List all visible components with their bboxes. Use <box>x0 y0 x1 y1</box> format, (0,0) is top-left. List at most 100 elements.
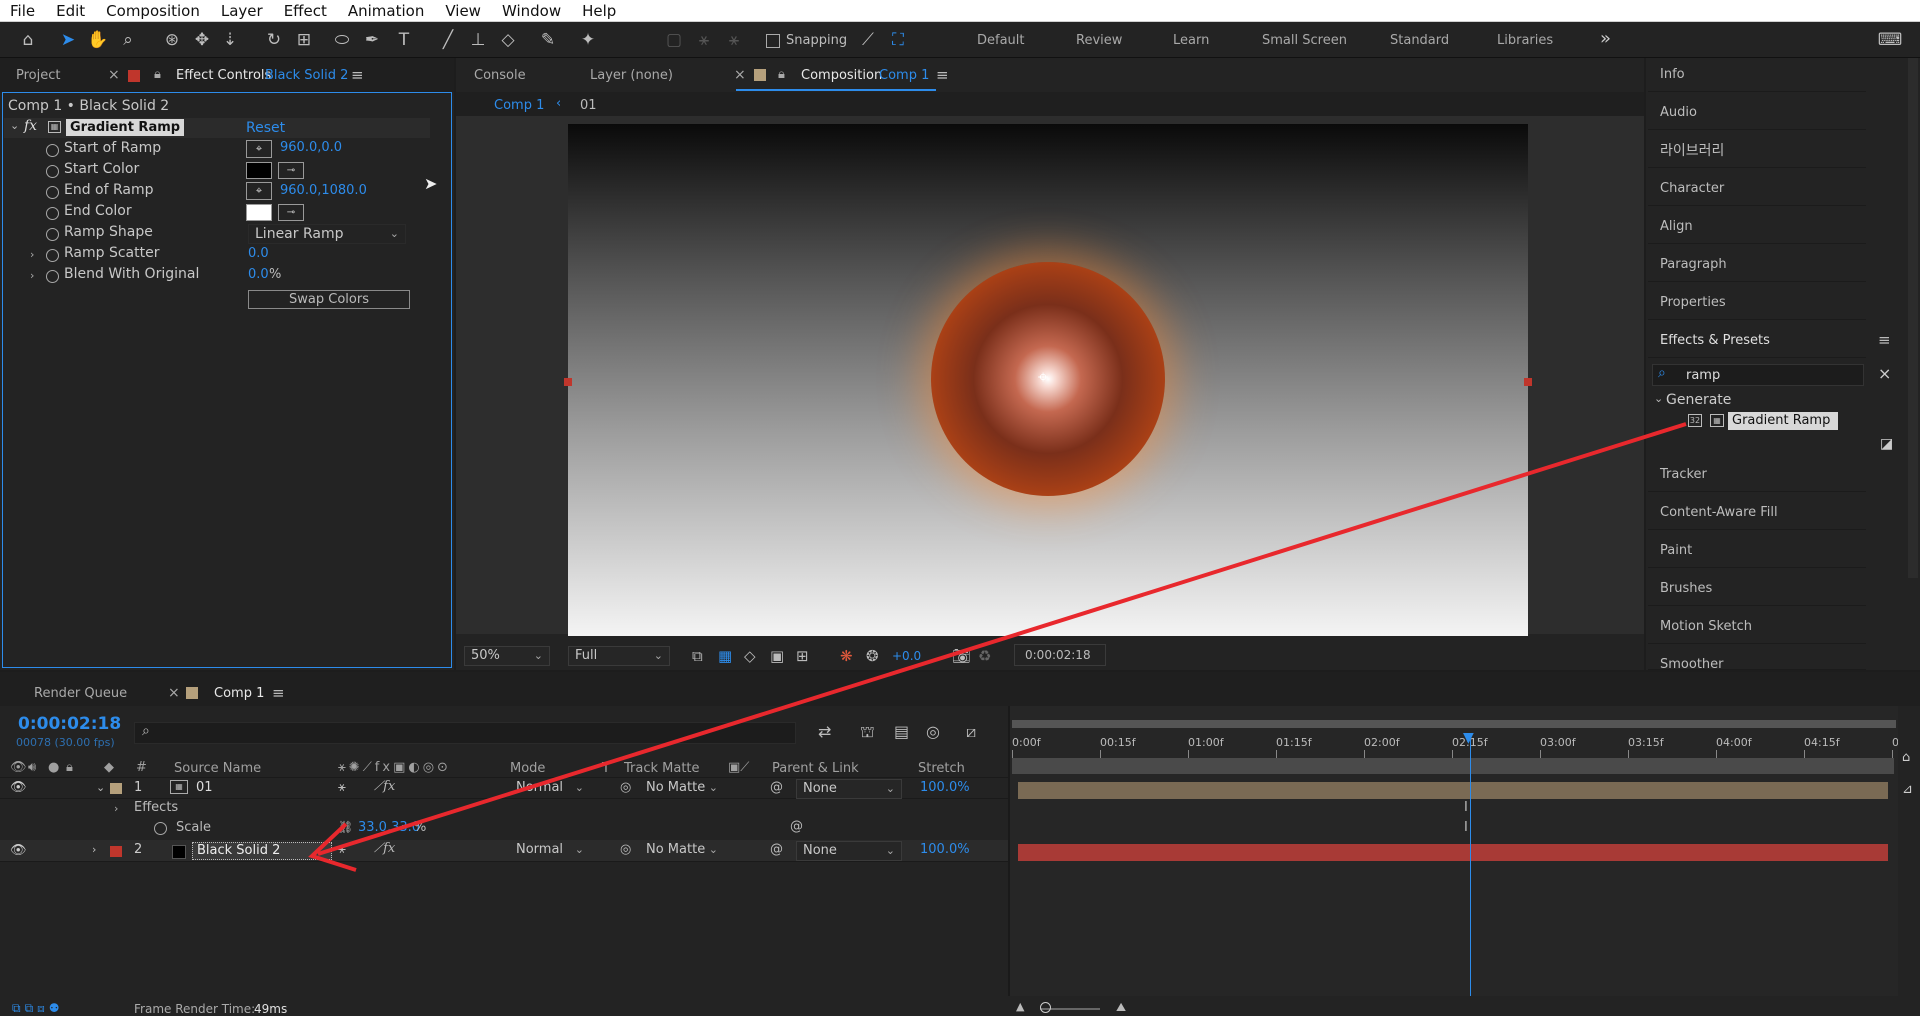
panel-properties[interactable]: Properties <box>1648 286 1866 320</box>
blend-value[interactable]: 0.0 <box>248 267 269 282</box>
search-help-icon[interactable]: ⌨ <box>1878 28 1903 52</box>
menu-edit[interactable]: Edit <box>56 2 85 20</box>
stopwatch-icon[interactable] <box>46 165 59 178</box>
menu-help[interactable]: Help <box>582 2 616 20</box>
panel-effects-presets[interactable]: Effects & Presets <box>1648 324 1866 358</box>
effects-group-label[interactable]: Effects <box>134 800 178 815</box>
panel-menu-icon[interactable]: ≡ <box>936 66 949 84</box>
brush-tool-icon[interactable]: ╱ <box>436 28 460 52</box>
right-panel-scrollbar[interactable] <box>1908 58 1918 578</box>
snapping-checkbox[interactable] <box>766 34 780 48</box>
parent-pick-whip-icon[interactable]: @ <box>770 780 783 795</box>
transparency-grid-icon[interactable]: ▦ <box>718 647 732 665</box>
workspace-review[interactable]: Review <box>1076 33 1122 48</box>
layer-bar-2[interactable] <box>1018 844 1888 861</box>
mask-visibility-icon[interactable]: ◇ <box>744 647 756 665</box>
category-generate[interactable]: Generate <box>1666 392 1731 408</box>
collapse-chevron-icon[interactable]: ⌄ <box>10 119 19 132</box>
effect-result-gradient-ramp[interactable]: Gradient Ramp <box>1728 412 1838 430</box>
layer-name[interactable]: Black Solid 2 <box>192 842 332 860</box>
panel-menu-icon[interactable]: ≡ <box>272 684 285 702</box>
work-area-bar[interactable] <box>1012 720 1896 728</box>
workspace-small-screen[interactable]: Small Screen <box>1262 33 1347 48</box>
comp-button-icon[interactable]: ⊿ <box>1902 782 1913 797</box>
menu-composition[interactable]: Composition <box>106 2 200 20</box>
resolution-dropdown[interactable]: Full ⌄ <box>568 646 670 666</box>
region-of-interest-icon[interactable]: ▣ <box>770 647 784 665</box>
current-time-indicator[interactable] <box>1470 738 1471 998</box>
tab-console[interactable]: Console <box>474 68 526 83</box>
tab-composition[interactable]: Composition <box>801 68 882 83</box>
fast-preview-icon[interactable]: ⧉ <box>692 647 703 665</box>
zoom-dropdown[interactable]: 50% ⌄ <box>464 646 550 666</box>
tab-project[interactable]: Project <box>16 68 60 83</box>
tab-layer[interactable]: Layer (none) <box>590 68 673 83</box>
puppet-pin-tool-icon[interactable]: ✦ <box>576 28 600 52</box>
viewer-timecode[interactable]: 0:00:02:18 <box>1014 644 1106 666</box>
expand-chevron-icon[interactable]: › <box>30 248 34 261</box>
type-tool-icon[interactable]: T <box>392 28 416 52</box>
start-color-swatch[interactable] <box>246 162 272 179</box>
close-tab-icon[interactable]: × <box>108 67 120 83</box>
track-matte-dropdown[interactable]: No Matte ⌄ <box>640 779 724 799</box>
tab-effect-controls-layer[interactable]: Black Solid 2 <box>265 68 348 83</box>
stopwatch-icon[interactable] <box>154 822 167 835</box>
expand-chevron-icon[interactable]: › <box>92 843 96 856</box>
eye-icon[interactable]: 👁 <box>10 780 27 795</box>
timeline-search-input[interactable] <box>134 722 796 744</box>
panel-smoother[interactable]: Smoother <box>1648 648 1866 670</box>
layer-label-color[interactable] <box>110 783 122 794</box>
show-snapshot-icon[interactable]: ♻ <box>978 647 991 665</box>
crosshair-icon[interactable]: ⌖ <box>246 182 272 200</box>
start-of-ramp-value[interactable]: 960.0,0.0 <box>280 140 342 155</box>
lock-icon[interactable]: 🔒︎ <box>778 67 785 82</box>
layer-stretch[interactable]: 100.0% <box>920 842 970 857</box>
workspace-libraries[interactable]: Libraries <box>1497 33 1553 48</box>
panel-brushes[interactable]: Brushes <box>1648 572 1866 606</box>
home-icon[interactable]: ⌂ <box>16 28 40 52</box>
exposure-value[interactable]: +0.0 <box>892 649 921 663</box>
lock-switch-icon[interactable]: 🔒︎ <box>66 760 73 775</box>
crumb-layer[interactable]: 01 <box>580 98 597 113</box>
close-tab-icon[interactable]: × <box>734 67 746 83</box>
audio-switch-icon[interactable]: 🔊︎ <box>28 760 36 775</box>
collapse-chevron-icon[interactable]: ⌄ <box>96 781 105 794</box>
pan-behind-tool-icon[interactable]: ⊞ <box>292 28 316 52</box>
effects-search-input[interactable] <box>1652 364 1864 386</box>
world-axis-icon[interactable]: ⚹ <box>692 28 716 52</box>
zoom-tool-icon[interactable]: ⌕ <box>116 28 140 52</box>
more-workspaces-button[interactable]: » <box>1600 28 1611 49</box>
menu-layer[interactable]: Layer <box>221 2 263 20</box>
panel-menu-icon[interactable]: ≡ <box>1878 331 1891 349</box>
time-ruler[interactable]: 0:00f00:15f01:00f01:15f02:00f02:15f03:00… <box>1010 730 1920 758</box>
eye-icon[interactable]: 👁 <box>10 843 27 858</box>
eraser-tool-icon[interactable]: ◇ <box>496 28 520 52</box>
local-axis-icon[interactable]: ▢ <box>662 28 686 52</box>
tab-composition-name[interactable]: Comp 1 <box>879 68 929 83</box>
menu-window[interactable]: Window <box>502 2 561 20</box>
reset-exposure-icon[interactable]: ❂ <box>866 647 879 665</box>
layer-label-color[interactable] <box>110 846 122 857</box>
parent-dropdown[interactable]: None ⌄ <box>796 779 902 799</box>
clear-search-icon[interactable]: × <box>1878 364 1891 383</box>
timeline-switch-icons[interactable]: ⧉⧉⧈⚉ <box>12 1001 64 1016</box>
keyframe-marker-icon[interactable]: I <box>1464 820 1468 835</box>
view-axis-icon[interactable]: ⚹ <box>722 28 746 52</box>
zoom-out-icon[interactable]: ▲ <box>1016 1000 1024 1013</box>
rotation-tool-icon[interactable]: ↻ <box>262 28 286 52</box>
dolly-camera-icon[interactable]: ⇣ <box>218 28 242 52</box>
tab-render-queue[interactable]: Render Queue <box>34 686 127 701</box>
panel-libraries[interactable]: 라이브러리 <box>1648 134 1866 168</box>
crumb-comp[interactable]: Comp 1 <box>494 98 544 113</box>
parent-pick-whip-icon[interactable]: @ <box>790 819 803 834</box>
swap-colors-button[interactable]: Swap Colors <box>248 290 410 309</box>
eyedropper-icon[interactable]: ⊸ <box>278 204 304 221</box>
snapshot-icon[interactable]: 📷︎ <box>952 647 971 665</box>
panel-motion-sketch[interactable]: Motion Sketch <box>1648 610 1866 644</box>
pen-tool-icon[interactable]: ✒ <box>360 28 384 52</box>
comp-flowchart-icon[interactable]: ⇄ <box>818 722 831 741</box>
timeline-zoom-handle[interactable] <box>1040 1002 1051 1013</box>
video-switch-icon[interactable]: 👁 <box>10 760 27 775</box>
ramp-scatter-value[interactable]: 0.0 <box>248 246 269 261</box>
menu-effect[interactable]: Effect <box>284 2 327 20</box>
